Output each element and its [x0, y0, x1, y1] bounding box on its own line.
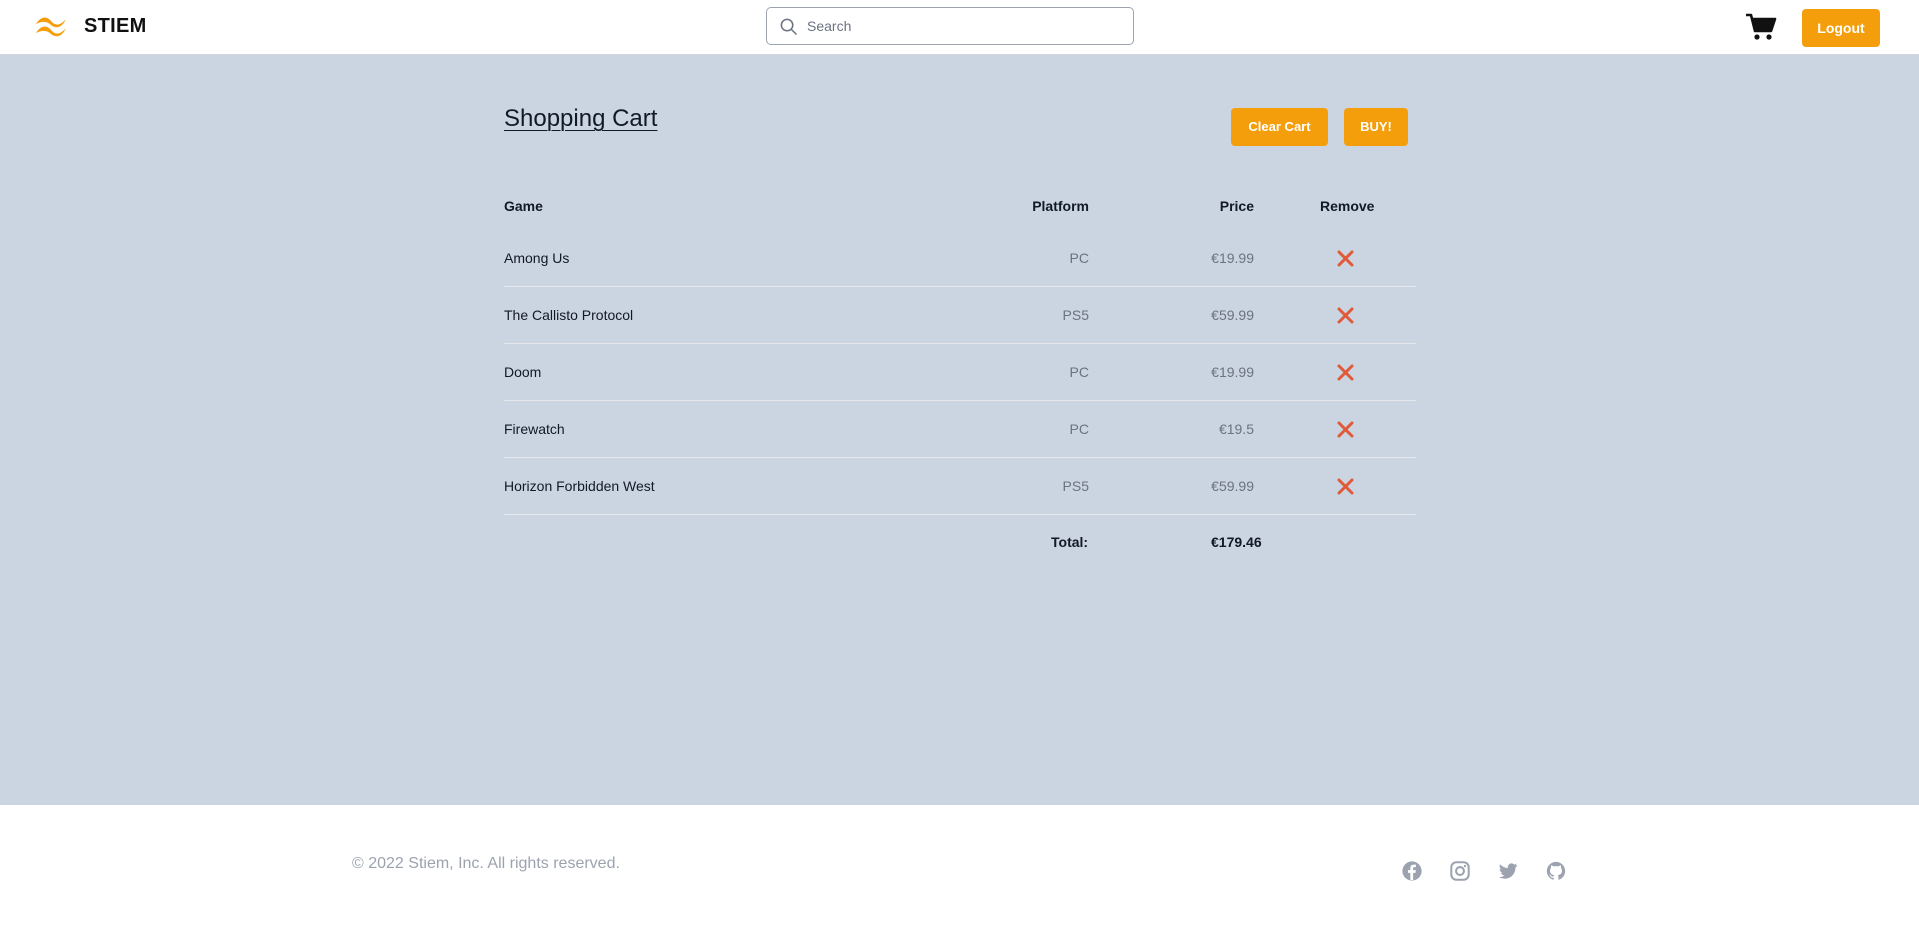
remove-icon[interactable]: [1336, 420, 1355, 439]
game-price: €59.99: [1211, 478, 1254, 494]
facebook-icon[interactable]: [1401, 860, 1423, 882]
table-row: Horizon Forbidden West PS5 €59.99: [504, 458, 1416, 515]
buy-button[interactable]: BUY!: [1344, 108, 1408, 146]
table-row: The Callisto Protocol PS5 €59.99: [504, 287, 1416, 344]
column-header-remove: Remove: [1320, 198, 1375, 214]
shopping-cart-icon[interactable]: [1745, 12, 1777, 42]
search-input[interactable]: [807, 14, 1117, 38]
table-row: Doom PC €19.99: [504, 344, 1416, 401]
logout-button[interactable]: Logout: [1802, 9, 1880, 47]
game-name: Among Us: [504, 250, 570, 266]
remove-icon[interactable]: [1336, 306, 1355, 325]
game-platform: PC: [1069, 250, 1089, 266]
copyright-text: © 2022 Stiem, Inc. All rights reserved.: [352, 855, 620, 872]
remove-icon[interactable]: [1336, 477, 1355, 496]
game-name: Doom: [504, 364, 542, 380]
table-row: Firewatch PC €19.5: [504, 401, 1416, 458]
total-value: €179.46: [1211, 534, 1262, 550]
remove-icon[interactable]: [1336, 249, 1355, 268]
top-navbar: STIEM Logout: [0, 0, 1919, 55]
search-box[interactable]: [766, 7, 1134, 45]
clear-cart-button[interactable]: Clear Cart: [1231, 108, 1328, 146]
table-row: Among Us PC €19.99: [504, 230, 1416, 287]
column-header-price: Price: [1219, 198, 1254, 214]
game-name: The Callisto Protocol: [504, 307, 634, 323]
game-name: Horizon Forbidden West: [504, 478, 655, 494]
game-price: €19.99: [1211, 250, 1254, 266]
game-platform: PS5: [1062, 307, 1089, 323]
game-price: €19.99: [1211, 364, 1254, 380]
game-platform: PC: [1069, 364, 1089, 380]
column-header-game: Game: [504, 198, 543, 214]
game-name: Firewatch: [504, 421, 565, 437]
page-title: Shopping Cart: [504, 105, 658, 132]
twitter-icon[interactable]: [1497, 860, 1519, 882]
instagram-icon[interactable]: [1449, 860, 1471, 882]
game-platform: PC: [1069, 421, 1089, 437]
footer: © 2022 Stiem, Inc. All rights reserved.: [0, 805, 1919, 937]
brand-name[interactable]: STIEM: [84, 15, 147, 38]
game-price: €59.99: [1211, 307, 1254, 323]
logo-icon[interactable]: [34, 13, 68, 39]
game-platform: PS5: [1062, 478, 1089, 494]
total-label: Total:: [1051, 534, 1089, 550]
remove-icon[interactable]: [1336, 363, 1355, 382]
search-icon: [780, 18, 797, 35]
column-header-platform: Platform: [1032, 198, 1089, 214]
game-price: €19.5: [1218, 421, 1254, 437]
github-icon[interactable]: [1545, 860, 1567, 882]
